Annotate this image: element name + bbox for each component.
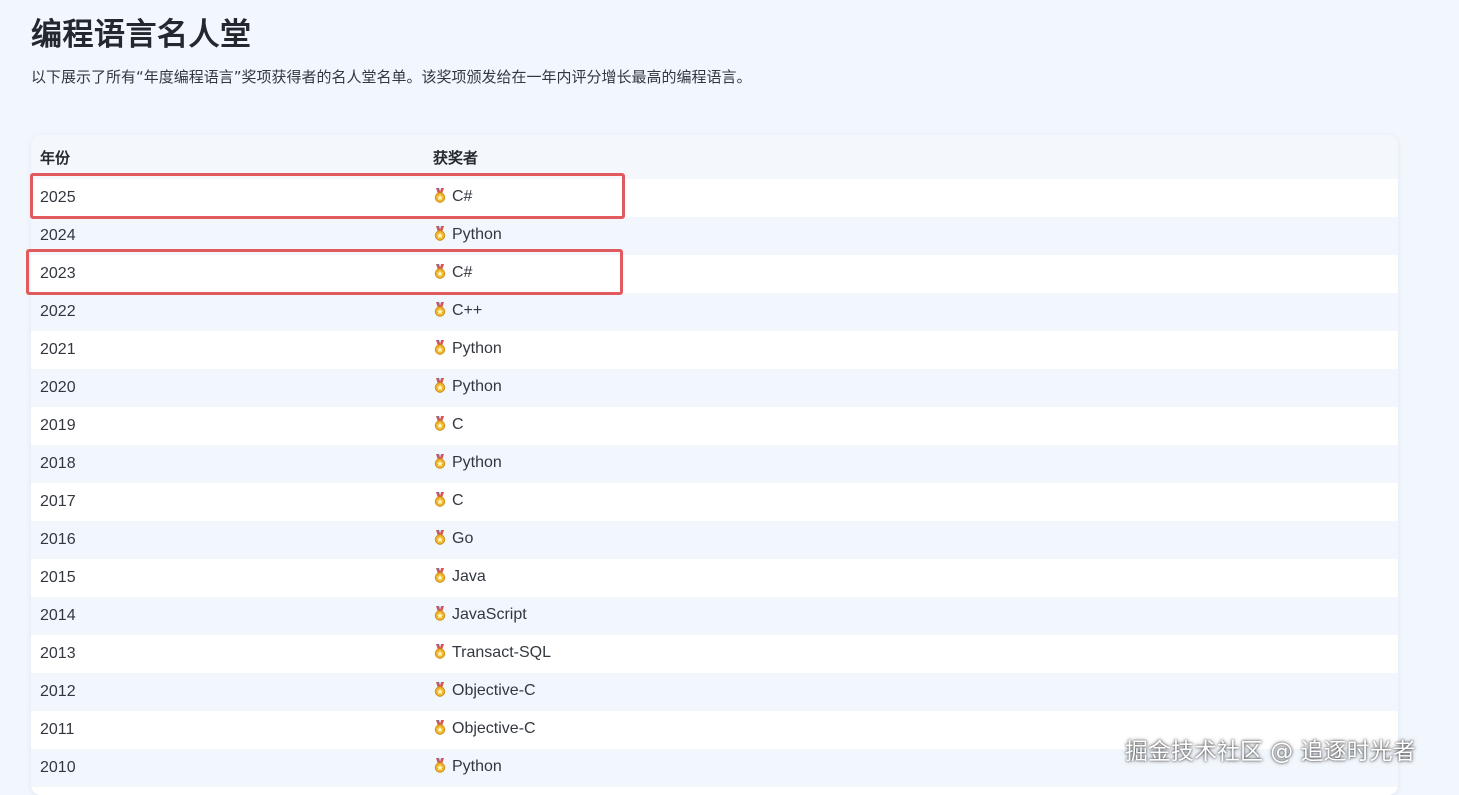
medal-icon: [433, 264, 447, 284]
table-row: 2012 Objective-C: [31, 673, 1398, 711]
page-title: 编程语言名人堂: [31, 17, 252, 53]
table-row: 2021 Python: [31, 331, 1398, 369]
year-cell: 2014: [31, 597, 424, 635]
year-cell: 2015: [31, 559, 424, 597]
table-row: 2014 JavaScript: [31, 597, 1398, 635]
winner-cell: Python: [424, 331, 1398, 369]
table-row: 2023 C#: [31, 255, 1398, 293]
year-cell: 2025: [31, 179, 424, 217]
year-cell: 2021: [31, 331, 424, 369]
year-cell: 2020: [31, 369, 424, 407]
table-row: 2016 Go: [31, 521, 1398, 559]
column-header-winner: 获奖者: [424, 135, 1398, 179]
table-row: 2022 C++: [31, 293, 1398, 331]
winner-cell: C++: [424, 293, 1398, 331]
year-cell: 2019: [31, 407, 424, 445]
winner-cell: Objective-C: [424, 673, 1398, 711]
year-cell: 2016: [31, 521, 424, 559]
winner-cell: Python: [424, 369, 1398, 407]
medal-icon: [433, 568, 447, 588]
winner-label: Objective-C: [452, 682, 536, 699]
table-row: 2018 Python: [31, 445, 1398, 483]
winner-cell: Go: [424, 521, 1398, 559]
year-cell: 2013: [31, 635, 424, 673]
medal-icon: [433, 758, 447, 778]
hall-of-fame-table: 年份 获奖者 2025 C# 2024 Python 2023 C# 2022 C++ 2021…: [31, 135, 1398, 787]
medal-icon: [433, 226, 447, 246]
medal-icon: [433, 416, 447, 436]
column-header-year: 年份: [31, 135, 424, 179]
winner-label: JavaScript: [452, 606, 527, 623]
winner-label: Java: [452, 568, 486, 585]
winner-cell: C#: [424, 255, 1398, 293]
year-cell: 2018: [31, 445, 424, 483]
winner-cell: Python: [424, 217, 1398, 255]
medal-icon: [433, 682, 447, 702]
winner-cell: Java: [424, 559, 1398, 597]
medal-icon: [433, 188, 447, 208]
winner-label: C#: [452, 188, 473, 205]
medal-icon: [433, 378, 447, 398]
winner-label: C#: [452, 264, 473, 281]
medal-icon: [433, 340, 447, 360]
year-cell: 2024: [31, 217, 424, 255]
table-row: 2015 Java: [31, 559, 1398, 597]
year-cell: 2023: [31, 255, 424, 293]
winner-label: Transact-SQL: [452, 644, 551, 661]
medal-icon: [433, 530, 447, 550]
table-row: 2020 Python: [31, 369, 1398, 407]
winner-label: C: [452, 416, 464, 433]
year-cell: 2022: [31, 293, 424, 331]
winner-label: Python: [452, 454, 502, 471]
medal-icon: [433, 454, 447, 474]
table-row: 2025 C#: [31, 179, 1398, 217]
winner-cell: C#: [424, 179, 1398, 217]
table-row: 2024 Python: [31, 217, 1398, 255]
winner-label: Objective-C: [452, 720, 536, 737]
winner-label: C++: [452, 302, 483, 319]
medal-icon: [433, 606, 447, 626]
hall-of-fame-table-card: 年份 获奖者 2025 C# 2024 Python 2023 C# 2022 C++ 2021…: [31, 135, 1398, 795]
year-cell: 2011: [31, 711, 424, 749]
medal-icon: [433, 302, 447, 322]
winner-cell: Transact-SQL: [424, 635, 1398, 673]
winner-label: Python: [452, 758, 502, 775]
watermark: 掘金技术社区 @ 追逐时光者: [1125, 739, 1416, 765]
table-header-row: 年份 获奖者: [31, 135, 1398, 179]
winner-cell: Python: [424, 445, 1398, 483]
year-cell: 2017: [31, 483, 424, 521]
table-row: 2017 C: [31, 483, 1398, 521]
winner-label: C: [452, 492, 464, 509]
table-row: 2019 C: [31, 407, 1398, 445]
page-description: 以下展示了所有“年度编程语言”奖项获得者的名人堂名单。该奖项颁发给在一年内评分增…: [31, 68, 752, 86]
table-row: 2013 Transact-SQL: [31, 635, 1398, 673]
medal-icon: [433, 644, 447, 664]
winner-label: Python: [452, 226, 502, 243]
winner-label: Go: [452, 530, 474, 547]
year-cell: 2012: [31, 673, 424, 711]
medal-icon: [433, 492, 447, 512]
winner-cell: C: [424, 483, 1398, 521]
winner-label: Python: [452, 378, 502, 395]
winner-label: Python: [452, 340, 502, 357]
winner-cell: JavaScript: [424, 597, 1398, 635]
winner-cell: C: [424, 407, 1398, 445]
table-body: 2025 C# 2024 Python 2023 C# 2022 C++ 2021 Python 2…: [31, 179, 1398, 787]
year-cell: 2010: [31, 749, 424, 787]
medal-icon: [433, 720, 447, 740]
